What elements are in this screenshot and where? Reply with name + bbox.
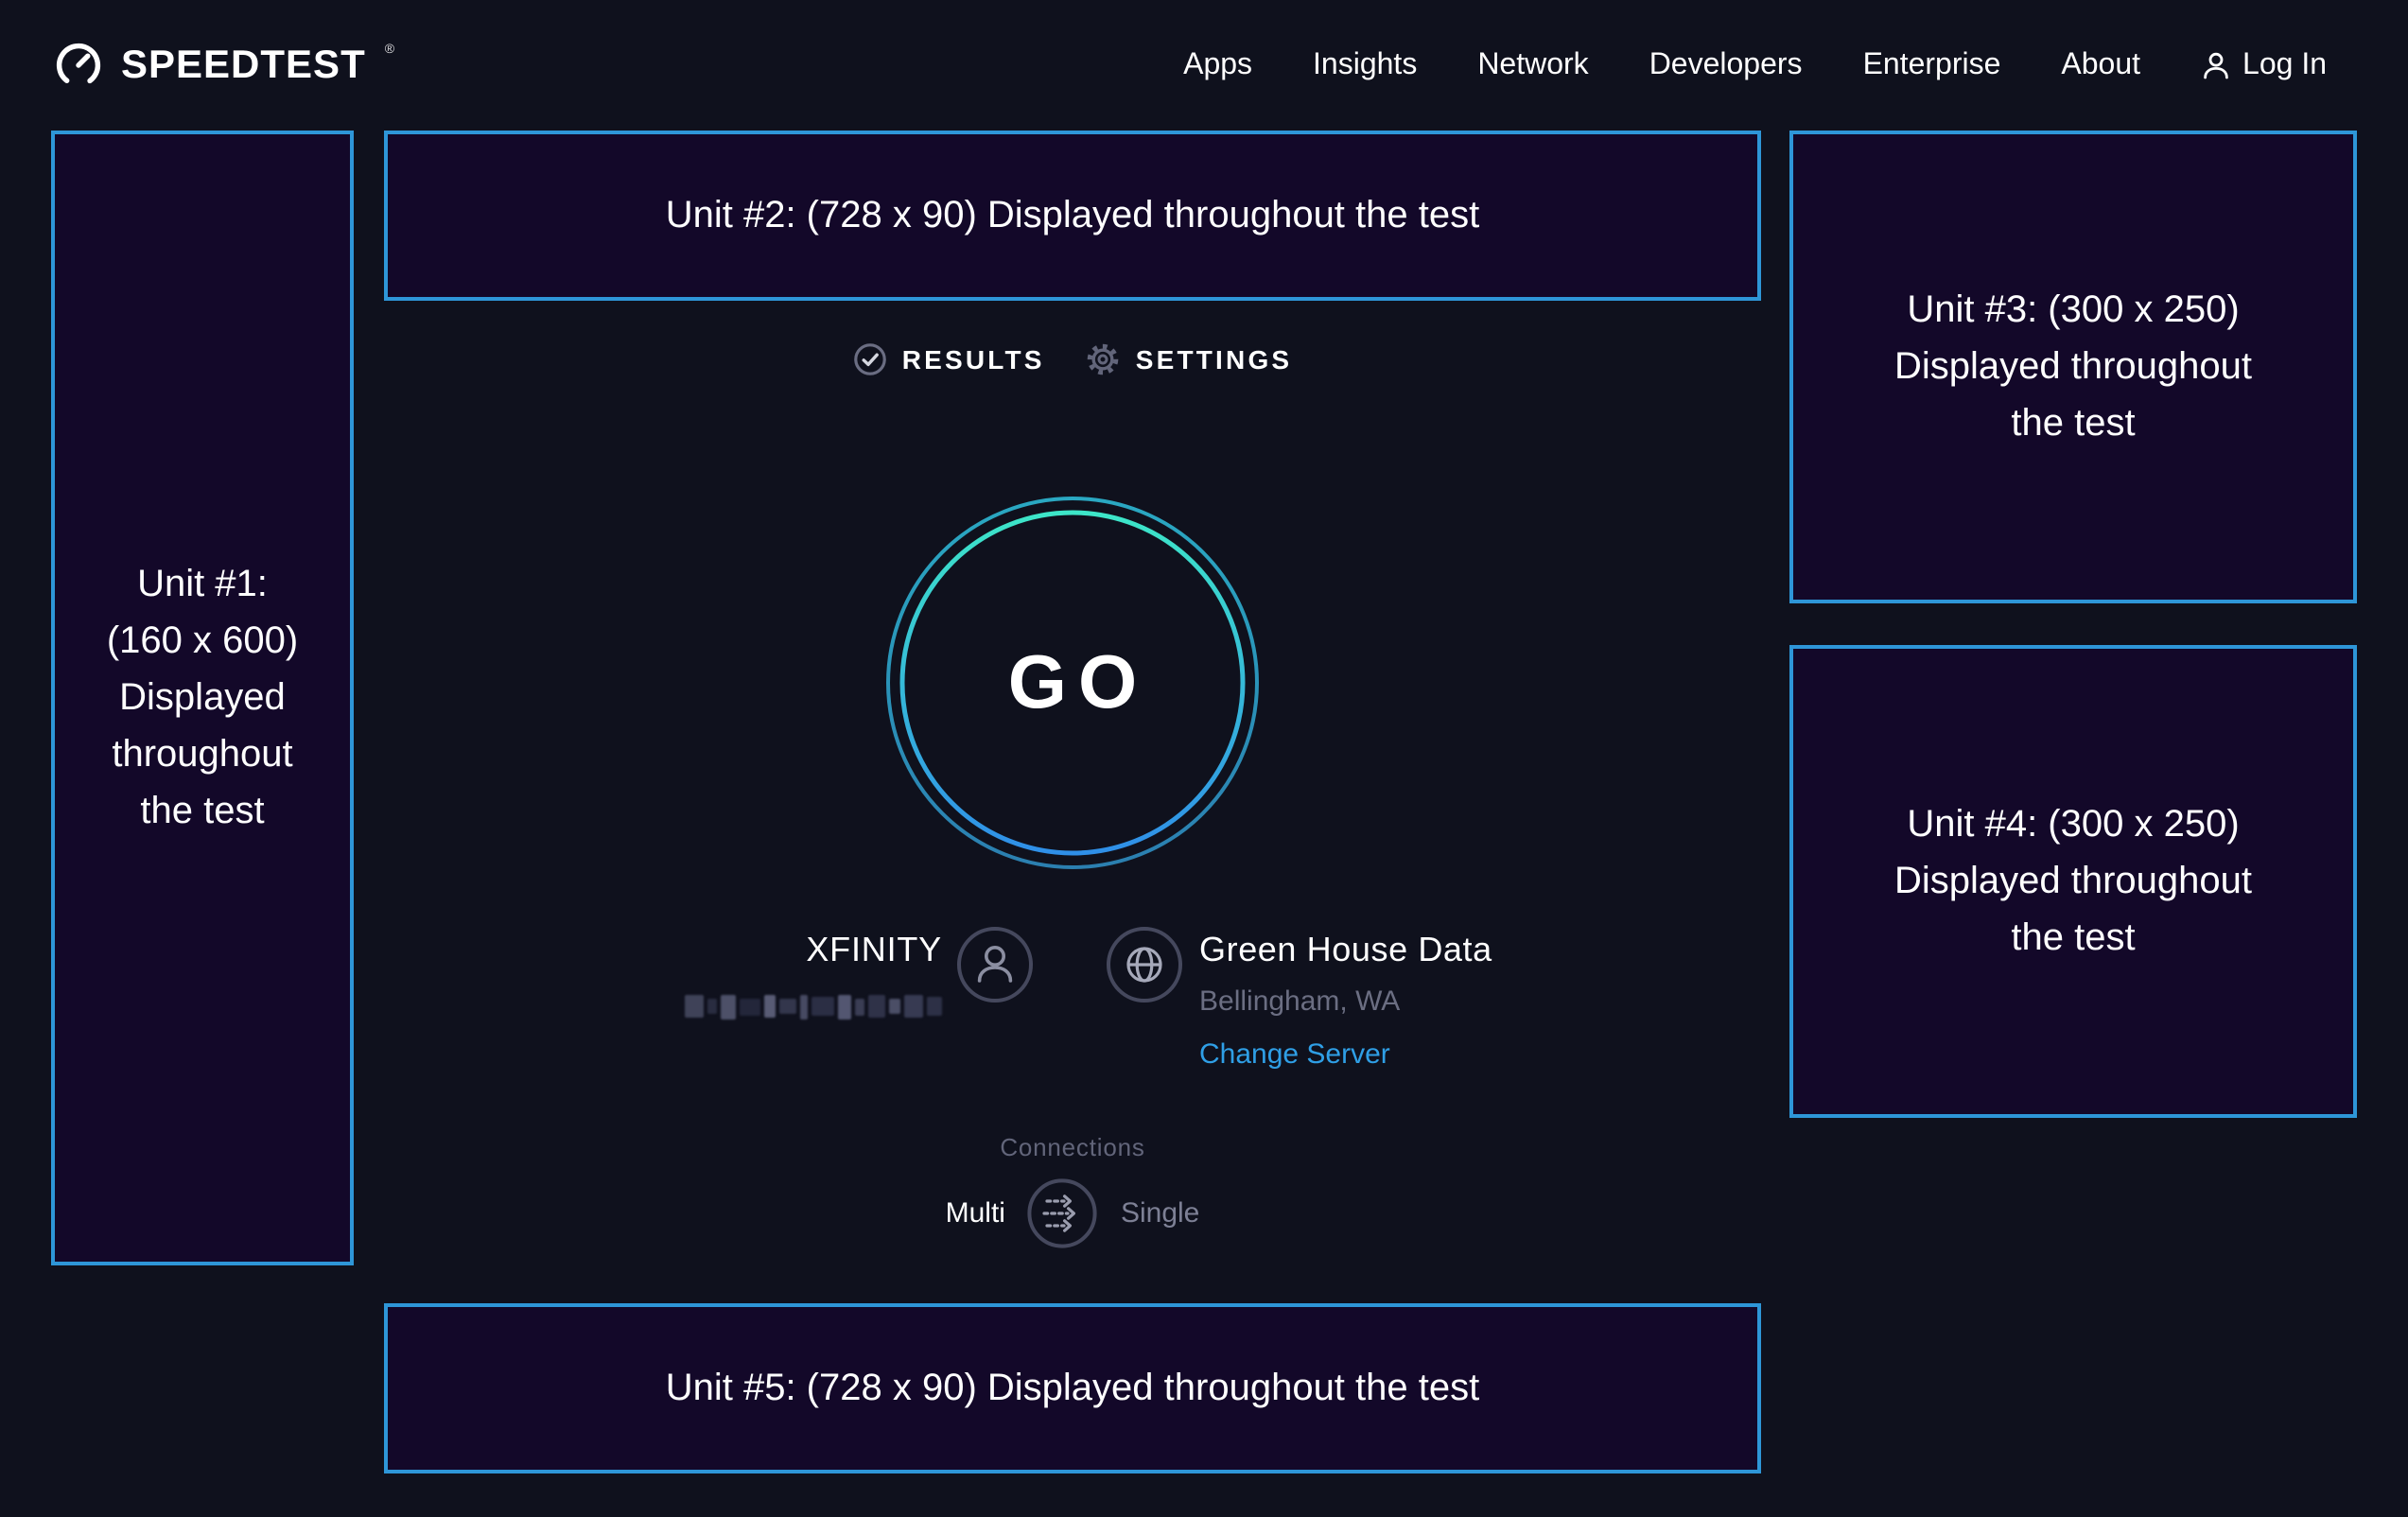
ad-text-line: Unit #1: bbox=[137, 556, 268, 613]
ad-text-line: Displayed throughout bbox=[1894, 853, 2252, 910]
server-name: Green House Data bbox=[1199, 927, 1492, 972]
tab-bar: RESULTS SETTINGS bbox=[384, 342, 1761, 376]
check-circle-icon bbox=[853, 342, 887, 376]
isp-info: XFINITY bbox=[685, 927, 942, 1020]
isp-name: XFINITY bbox=[685, 927, 942, 972]
nav-item-apps[interactable]: Apps bbox=[1183, 48, 1252, 82]
ad-text-line: the test bbox=[140, 783, 264, 840]
connections-toggle-row: Multi Single bbox=[384, 1178, 1761, 1248]
connections-option-multi[interactable]: Multi bbox=[946, 1197, 1005, 1229]
isp-user-icon bbox=[957, 927, 1033, 1003]
nav-item-insights[interactable]: Insights bbox=[1313, 48, 1417, 82]
speedtest-logo[interactable]: SPEEDTEST ® bbox=[53, 40, 393, 91]
ad-text-line: Unit #4: (300 x 250) bbox=[1907, 796, 2239, 853]
gear-icon bbox=[1087, 342, 1121, 376]
user-icon bbox=[2201, 50, 2229, 80]
tab-results-label: RESULTS bbox=[902, 344, 1045, 375]
connections-section: Connections Multi bbox=[384, 1133, 1761, 1248]
tab-settings[interactable]: SETTINGS bbox=[1087, 342, 1293, 376]
connections-label: Connections bbox=[384, 1133, 1761, 1163]
login-button[interactable]: Log In bbox=[2201, 48, 2327, 82]
test-panel: RESULTS SETTINGS bbox=[384, 131, 1761, 1517]
change-server-link[interactable]: Change Server bbox=[1199, 1033, 1492, 1078]
speedtest-page: SPEEDTEST ® Apps Insights Network Develo… bbox=[0, 0, 2408, 1517]
go-button-label: GO bbox=[883, 494, 1262, 872]
nav-item-network[interactable]: Network bbox=[1477, 48, 1588, 82]
ad-text-line: the test bbox=[2011, 395, 2135, 452]
redacted-ip-address bbox=[685, 993, 942, 1020]
server-location: Bellingham, WA bbox=[1199, 980, 1492, 1025]
speedometer-icon bbox=[53, 40, 104, 91]
login-label: Log In bbox=[2242, 48, 2327, 82]
connection-info-row: XFINITY bbox=[384, 927, 1761, 1086]
nav-menu: Apps Insights Network Developers Enterpr… bbox=[1183, 48, 2327, 82]
nav-item-about[interactable]: About bbox=[2061, 48, 2140, 82]
ad-unit-1-skyscraper[interactable]: Unit #1: (160 x 600) Displayed throughou… bbox=[51, 131, 354, 1265]
server-info: Green House Data Bellingham, WA Change S… bbox=[1199, 927, 1492, 1078]
ad-text-line: Unit #3: (300 x 250) bbox=[1907, 282, 2239, 339]
connections-option-single[interactable]: Single bbox=[1121, 1197, 1199, 1229]
ad-unit-4-rectangle[interactable]: Unit #4: (300 x 250) Displayed throughou… bbox=[1789, 645, 2357, 1118]
tab-results[interactable]: RESULTS bbox=[853, 342, 1045, 376]
ad-text-line: Displayed bbox=[119, 670, 286, 726]
nav-item-enterprise[interactable]: Enterprise bbox=[1863, 48, 2001, 82]
ad-unit-3-rectangle[interactable]: Unit #3: (300 x 250) Displayed throughou… bbox=[1789, 131, 2357, 603]
nav-item-developers[interactable]: Developers bbox=[1649, 48, 1803, 82]
ad-text-line: the test bbox=[2011, 910, 2135, 967]
logo-text: SPEEDTEST bbox=[121, 43, 366, 88]
ad-text-line: (160 x 600) bbox=[107, 613, 298, 670]
top-nav: SPEEDTEST ® Apps Insights Network Develo… bbox=[0, 0, 2408, 131]
tab-settings-label: SETTINGS bbox=[1136, 344, 1293, 375]
trademark-mark: ® bbox=[385, 44, 394, 57]
ad-text-line: Displayed throughout bbox=[1894, 339, 2252, 395]
ad-text-line: throughout bbox=[112, 726, 292, 783]
server-globe-icon bbox=[1107, 927, 1182, 1003]
multi-connection-toggle-icon[interactable] bbox=[1028, 1178, 1098, 1248]
go-button[interactable]: GO bbox=[883, 494, 1262, 872]
